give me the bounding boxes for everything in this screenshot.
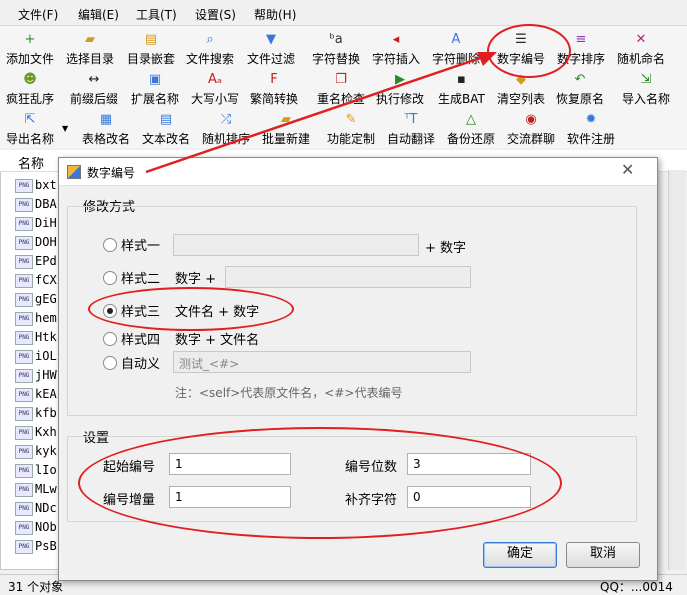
annotation-arrow [145,52,497,174]
